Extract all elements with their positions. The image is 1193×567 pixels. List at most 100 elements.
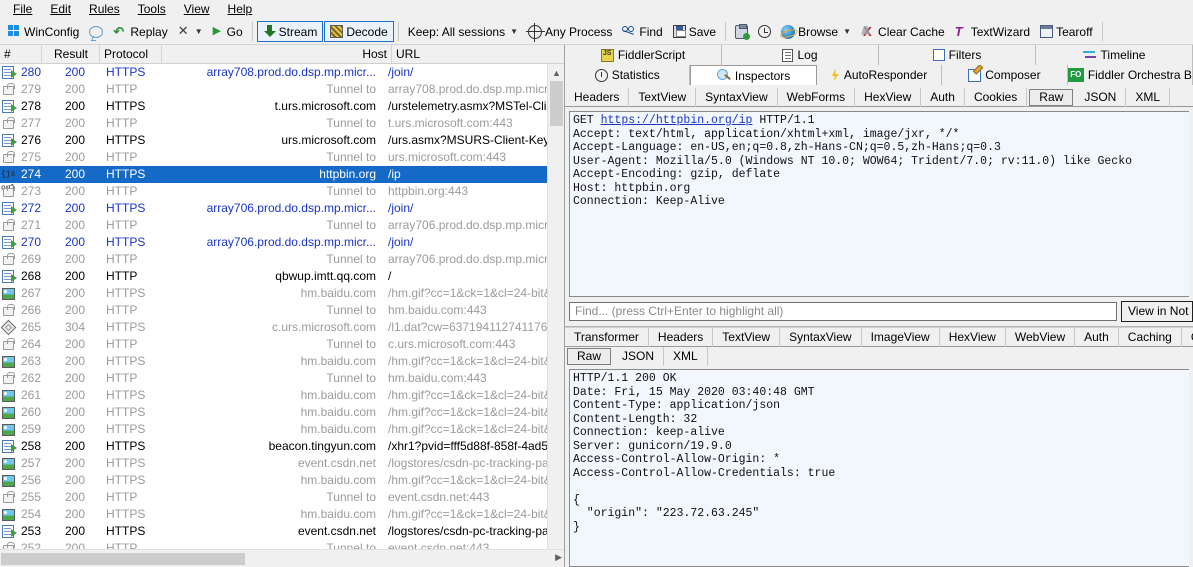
column-header-result[interactable]: Result [42,44,100,64]
table-row[interactable]: 266 200 HTTP Tunnel to hm.baidu.com:443 [0,302,564,319]
tab-fiddlerscript[interactable]: FiddlerScript [565,45,722,65]
subtab-raw[interactable]: Raw [1029,89,1074,106]
view-in-notepad-button[interactable]: View in Not [1121,301,1193,322]
table-row[interactable]: 279 200 HTTP Tunnel to array708.prod.do.dsp.… [0,81,564,98]
subtab-syntaxview[interactable]: SyntaxView [696,88,778,107]
subtab-json[interactable]: JSON [613,347,665,366]
find-button[interactable]: Find [617,21,667,43]
replay-button[interactable]: ↶ Replay [108,21,172,43]
tab-fiddler-orchestra-b[interactable]: FO Fiddler Orchestra B [1067,65,1193,86]
tab-statistics[interactable]: Statistics [565,65,691,86]
any-process-button[interactable]: Any Process [523,21,617,43]
subtab-webforms[interactable]: WebForms [778,88,856,107]
table-row[interactable]: 269 200 HTTP Tunnel to array706.prod.do.dsp.… [0,251,564,268]
subtab-cookies[interactable]: Cookies [965,88,1028,107]
textwizard-button[interactable]: T TextWizard [950,21,1035,43]
subtab-auth[interactable]: Auth [921,88,965,107]
table-row[interactable]: 256 200 HTTPS hm.baidu.com/hm.gif?cc=1&ck=1… [0,472,564,489]
subtab-xml[interactable]: XML [1126,88,1171,107]
hscroll-right-arrow-icon[interactable]: ▶ [555,552,562,563]
tab-log[interactable]: Log [722,45,879,65]
winconfig-button[interactable]: WinConfig [3,21,84,43]
menu-file[interactable]: File [4,0,41,19]
tab-composer[interactable]: Composer [942,65,1068,86]
table-row[interactable]: 261 200 HTTPS hm.baidu.com/hm.gif?cc=1&ck=1… [0,387,564,404]
subtab-hexview[interactable]: HexView [855,88,922,107]
tearoff-button[interactable]: Tearoff [1035,21,1097,43]
table-row[interactable]: 264 200 HTTP Tunnel to c.urs.microsoft.com:4… [0,336,564,353]
timer-button[interactable] [753,21,776,43]
sessions-rows[interactable]: ▲ ▼ 280 200 HTTPS array708.prod.do.dsp.mp.m… [0,64,564,549]
stream-button[interactable]: Stream [256,21,324,42]
remove-button[interactable]: ✕ ▼ [173,21,208,43]
subtab-webview[interactable]: WebView [1006,328,1076,347]
sessions-horizontal-scrollbar[interactable]: ▶ [0,549,564,567]
table-row[interactable]: 258 200 HTTPS beacon.tingyun.com/xhr1?pvid=… [0,438,564,455]
table-row[interactable]: 271 200 HTTP Tunnel to array706.prod.do.dsp.… [0,217,564,234]
tab-inspectors[interactable]: Inspectors [690,65,817,86]
find-input[interactable]: Find... (press Ctrl+Enter to highlight a… [569,302,1117,321]
table-row[interactable]: 263 200 HTTPS hm.baidu.com/hm.gif?cc=1&ck=1… [0,353,564,370]
table-row[interactable]: 268 200 HTTP qbwup.imtt.qq.com / [0,268,564,285]
subtab-coo[interactable]: Coo [1182,328,1193,347]
decode-button[interactable]: Decode [324,21,394,42]
subtab-imageview[interactable]: ImageView [862,328,940,347]
tab-filters[interactable]: Filters [879,45,1036,65]
subtab-textview[interactable]: TextView [713,328,781,347]
table-row[interactable]: 272 200 HTTPS array706.prod.do.dsp.mp.micr.… [0,200,564,217]
table-row[interactable]: 267 200 HTTPS hm.baidu.com/hm.gif?cc=1&ck=1… [0,285,564,302]
request-url-link[interactable]: https://httpbin.org/ip [601,114,753,127]
subtab-xml[interactable]: XML [664,347,708,366]
go-button[interactable]: ▶ Go [208,21,248,43]
table-row[interactable]: 259 200 HTTPS hm.baidu.com/hm.gif?cc=1&ck=1… [0,421,564,438]
scrollbar-thumb[interactable] [550,81,563,126]
table-row[interactable]: 265 304 HTTPS c.urs.microsoft.com/l1.dat?cw… [0,319,564,336]
sessions-vertical-scrollbar[interactable]: ▲ ▼ [547,64,564,549]
table-row[interactable]: 257 200 HTTPS event.csdn.net/logstores/csdn… [0,455,564,472]
subtab-hexview[interactable]: HexView [940,328,1006,347]
subtab-transformer[interactable]: Transformer [565,328,649,347]
screenshot-button[interactable] [730,21,753,43]
table-row[interactable]: 252 200 HTTP Tunnel to event.csdn.net:443 [0,540,564,549]
subtab-json[interactable]: JSON [1075,88,1127,107]
save-button[interactable]: Save [668,21,721,43]
subtab-headers[interactable]: Headers [565,88,630,107]
column-header-num[interactable]: # [0,44,42,64]
clear-cache-button[interactable]: Clear Cache [856,21,950,43]
tab-autoresponder[interactable]: AutoResponder [816,65,943,86]
table-row[interactable]: 270 200 HTTPS array706.prod.do.dsp.mp.micr.… [0,234,564,251]
subtab-syntaxview[interactable]: SyntaxView [780,328,862,347]
hscrollbar-thumb[interactable] [1,553,245,565]
table-row[interactable]: 273 200 HTTP Tunnel to httpbin.org:443 [0,183,564,200]
menu-edit[interactable]: Edit [41,0,80,19]
keep-sessions-dropdown[interactable]: Keep: All sessions ▼ [403,21,523,43]
column-header-url[interactable]: URL [392,45,564,64]
table-row[interactable]: 277 200 HTTP Tunnel to t.urs.microsoft.com:4… [0,115,564,132]
table-row[interactable]: {json} 274 200 HTTPS httpbin.org/ip [0,166,564,193]
table-row[interactable]: 255 200 HTTP Tunnel to event.csdn.net:443 [0,489,564,506]
menu-help[interactable]: Help [219,0,262,19]
tab-timeline[interactable]: Timeline [1036,45,1193,65]
column-header-protocol[interactable]: Protocol [100,44,162,64]
comment-button[interactable] [84,21,108,43]
table-row[interactable]: 253 200 HTTPS event.csdn.net/logstores/csdn… [0,523,564,540]
request-raw-view[interactable]: GET https://httpbin.org/ip HTTP/1.1 Acce… [569,111,1189,297]
response-raw-view[interactable]: HTTP/1.1 200 OK Date: Fri, 15 May 2020 0… [569,369,1189,567]
subtab-headers[interactable]: Headers [649,328,714,347]
table-row[interactable]: 276 200 HTTPS urs.microsoft.com/urs.asmx?MS… [0,132,564,149]
column-header-host[interactable]: Host [162,44,392,64]
subtab-textview[interactable]: TextView [629,88,697,107]
table-row[interactable]: 275 200 HTTP Tunnel to urs.microsoft.com:443 [0,149,564,166]
menu-rules[interactable]: Rules [80,0,129,19]
subtab-caching[interactable]: Caching [1119,328,1182,347]
menu-tools[interactable]: Tools [129,0,175,19]
menu-view[interactable]: View [175,0,219,19]
subtab-auth[interactable]: Auth [1075,328,1119,347]
table-row[interactable]: 278 200 HTTPS t.urs.microsoft.com/ursteleme… [0,98,564,115]
subtab-raw[interactable]: Raw [567,348,612,365]
table-row[interactable]: 262 200 HTTP Tunnel to hm.baidu.com:443 [0,370,564,387]
scroll-up-arrow-icon[interactable]: ▲ [548,64,564,81]
table-row[interactable]: 260 200 HTTPS hm.baidu.com/hm.gif?cc=1&ck=1… [0,404,564,421]
table-row[interactable]: 280 200 HTTPS array708.prod.do.dsp.mp.micr.… [0,64,564,81]
table-row[interactable]: 254 200 HTTPS hm.baidu.com/hm.gif?cc=1&ck=1… [0,506,564,523]
